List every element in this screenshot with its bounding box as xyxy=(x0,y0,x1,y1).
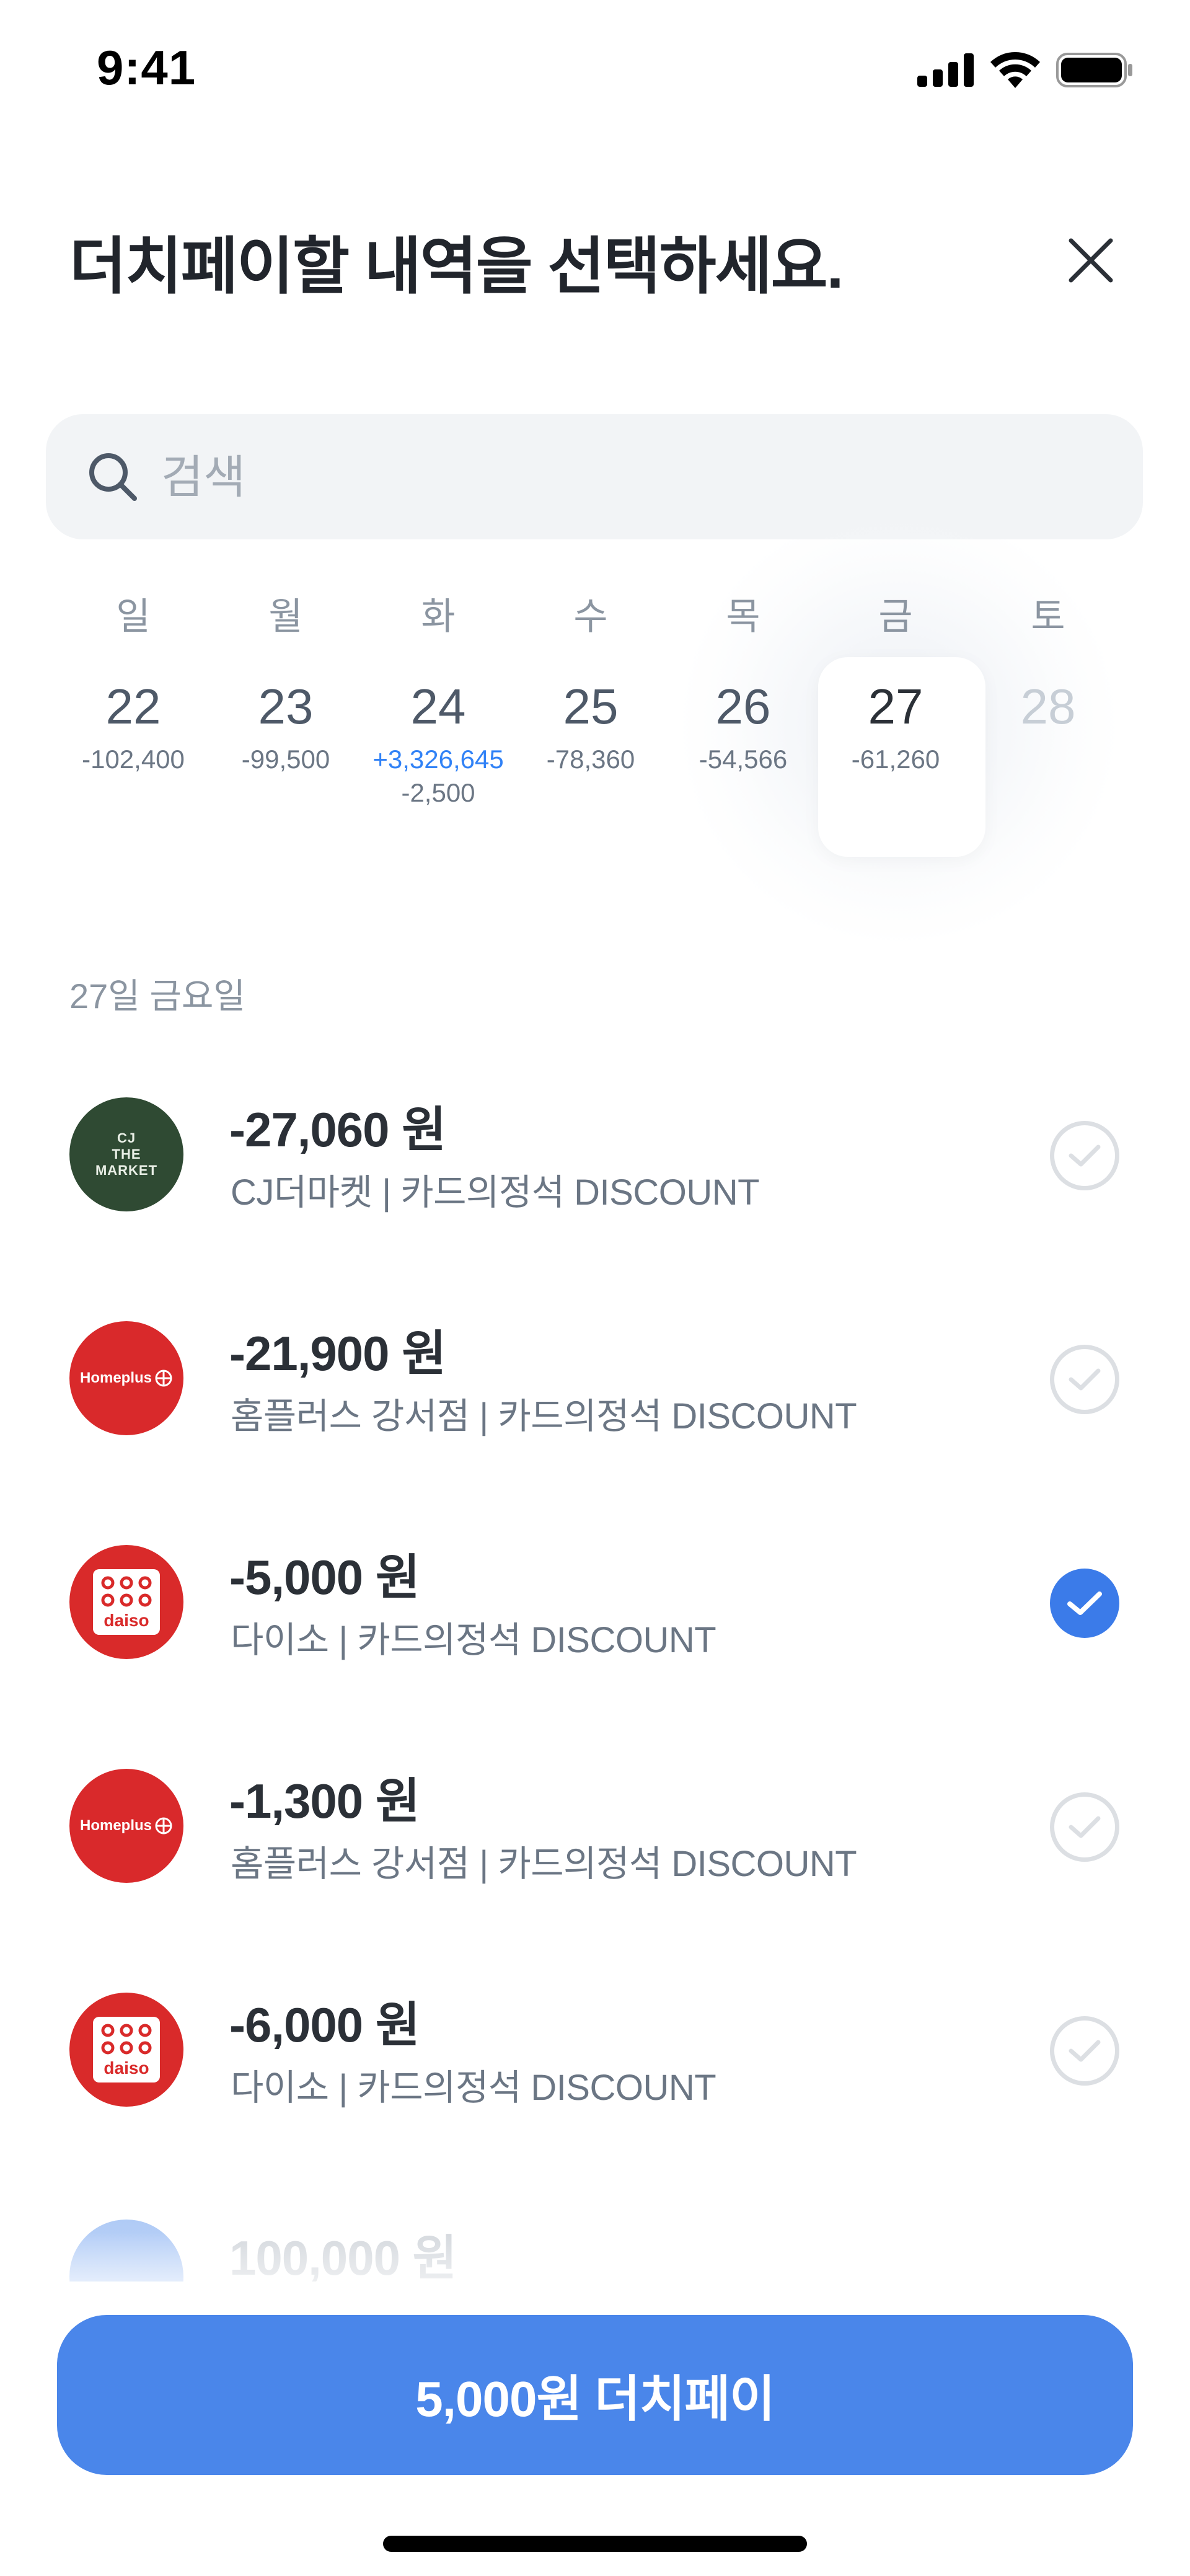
check-icon xyxy=(1067,1591,1102,1615)
day-number: 22 xyxy=(105,679,161,734)
day-24[interactable]: 화 24 +3,326,645 -2,500 xyxy=(362,589,514,810)
transaction-amount: -6,000 원 xyxy=(229,1998,420,2052)
day-amount: -78,360 xyxy=(546,745,635,774)
day-amount: -54,566 xyxy=(699,745,788,774)
check-icon xyxy=(1069,1368,1101,1391)
logo-text: daiso xyxy=(104,2058,149,2078)
transaction-description: 홈플러스 강서점 | 카드의정석 DISCOUNT xyxy=(231,1844,857,1884)
logo-text: Homeplus xyxy=(79,1817,152,1834)
date-label: 27일 금요일 xyxy=(69,976,245,1016)
day-number: 27 xyxy=(868,679,923,734)
day-27-selected[interactable]: 금 27 -61,260 xyxy=(819,589,972,776)
transaction-row[interactable]: daiso -6,000 원 다이소 | 카드의정석 DISCOUNT xyxy=(0,1993,1190,2179)
day-23[interactable]: 월 23 -99,500 xyxy=(209,589,362,776)
signal-icon xyxy=(917,53,974,87)
battery-icon xyxy=(1056,53,1132,87)
search-bar[interactable] xyxy=(46,414,1143,539)
status-time: 9:41 xyxy=(97,40,196,95)
close-button[interactable] xyxy=(1054,223,1128,298)
day-number: 28 xyxy=(1020,679,1076,734)
transaction-description: 홈플러스 강서점 | 카드의정석 DISCOUNT xyxy=(231,1396,857,1436)
search-icon xyxy=(83,447,143,507)
transaction-description: 다이소 | 카드의정석 DISCOUNT xyxy=(231,2068,716,2108)
day-of-week: 토 xyxy=(1031,596,1065,637)
day-amount: -2,500 xyxy=(401,778,475,807)
day-25[interactable]: 수 25 -78,360 xyxy=(514,589,667,776)
cj-the-market-logo: CJ THE MARKET xyxy=(69,1097,183,1211)
day-28: 토 28 xyxy=(972,589,1124,737)
transaction-row[interactable]: Homeplus -1,300 원 홈플러스 강서점 | 카드의정석 DISCO… xyxy=(0,1769,1190,1955)
homeplus-logo: Homeplus xyxy=(69,1769,183,1883)
transaction-amount: -1,300 원 xyxy=(229,1774,420,1828)
logo-text: THE xyxy=(112,1146,141,1162)
week-calendar: 일 22 -102,400 월 23 -99,500 화 24 +3,326,6… xyxy=(0,589,1190,862)
logo-text: daiso xyxy=(104,1611,149,1630)
logo-text: CJ xyxy=(117,1130,136,1146)
wifi-icon xyxy=(990,52,1040,88)
dutch-pay-button[interactable]: 5,000원 더치페이 xyxy=(57,2315,1133,2475)
transaction-row[interactable]: CJ THE MARKET -27,060 원 CJ더마켓 | 카드의정석 DI… xyxy=(0,1097,1190,1283)
check-icon xyxy=(1069,1816,1101,1838)
day-of-week: 금 xyxy=(878,596,913,637)
day-26[interactable]: 목 26 -54,566 xyxy=(667,589,819,776)
search-input[interactable] xyxy=(161,450,1029,503)
day-number: 26 xyxy=(715,679,771,734)
day-22[interactable]: 일 22 -102,400 xyxy=(57,589,209,776)
day-number: 24 xyxy=(410,679,466,734)
daiso-logo: daiso xyxy=(69,1545,183,1659)
transaction-row[interactable]: daiso -5,000 원 다이소 | 카드의정석 DISCOUNT xyxy=(0,1545,1190,1731)
day-amount: -61,260 xyxy=(851,745,940,774)
list-fade-overlay xyxy=(0,2232,1190,2319)
day-income-amount: +3,326,645 xyxy=(372,745,504,774)
status-icons xyxy=(917,52,1133,88)
day-number: 23 xyxy=(258,679,314,734)
transaction-description: CJ더마켓 | 카드의정석 DISCOUNT xyxy=(231,1172,760,1213)
homeplus-logo: Homeplus xyxy=(69,1321,183,1435)
select-checkbox-checked[interactable] xyxy=(1050,1569,1119,1638)
transaction-amount: -5,000 원 xyxy=(229,1550,420,1604)
transaction-amount: -21,900 원 xyxy=(229,1326,446,1381)
home-indicator xyxy=(383,2536,807,2552)
day-of-week: 일 xyxy=(116,596,151,637)
check-icon xyxy=(1069,2040,1101,2062)
select-checkbox[interactable] xyxy=(1050,1345,1119,1414)
day-of-week: 화 xyxy=(421,596,456,637)
logo-text: MARKET xyxy=(95,1162,158,1178)
day-amount: -99,500 xyxy=(241,745,330,774)
homeplus-mark-icon xyxy=(155,1817,172,1835)
day-amount: -102,400 xyxy=(82,745,185,774)
day-of-week: 월 xyxy=(268,596,303,637)
transaction-amount: -27,060 원 xyxy=(229,1102,446,1157)
select-checkbox[interactable] xyxy=(1050,1792,1119,1862)
select-checkbox[interactable] xyxy=(1050,2016,1119,2086)
transaction-description: 다이소 | 카드의정석 DISCOUNT xyxy=(231,1620,716,1660)
homeplus-mark-icon xyxy=(155,1370,172,1387)
check-icon xyxy=(1069,1144,1101,1167)
transaction-row[interactable]: Homeplus -21,900 원 홈플러스 강서점 | 카드의정석 DISC… xyxy=(0,1321,1190,1507)
day-of-week: 목 xyxy=(726,596,760,637)
page-title: 더치페이할 내역을 선택하세요. xyxy=(69,232,844,301)
status-bar: 9:41 xyxy=(0,0,1190,143)
logo-text: Homeplus xyxy=(79,1370,152,1386)
day-of-week: 수 xyxy=(573,596,608,637)
day-number: 25 xyxy=(563,679,619,734)
select-checkbox[interactable] xyxy=(1050,1121,1119,1190)
daiso-logo: daiso xyxy=(69,1993,183,2107)
close-icon xyxy=(1069,238,1113,283)
